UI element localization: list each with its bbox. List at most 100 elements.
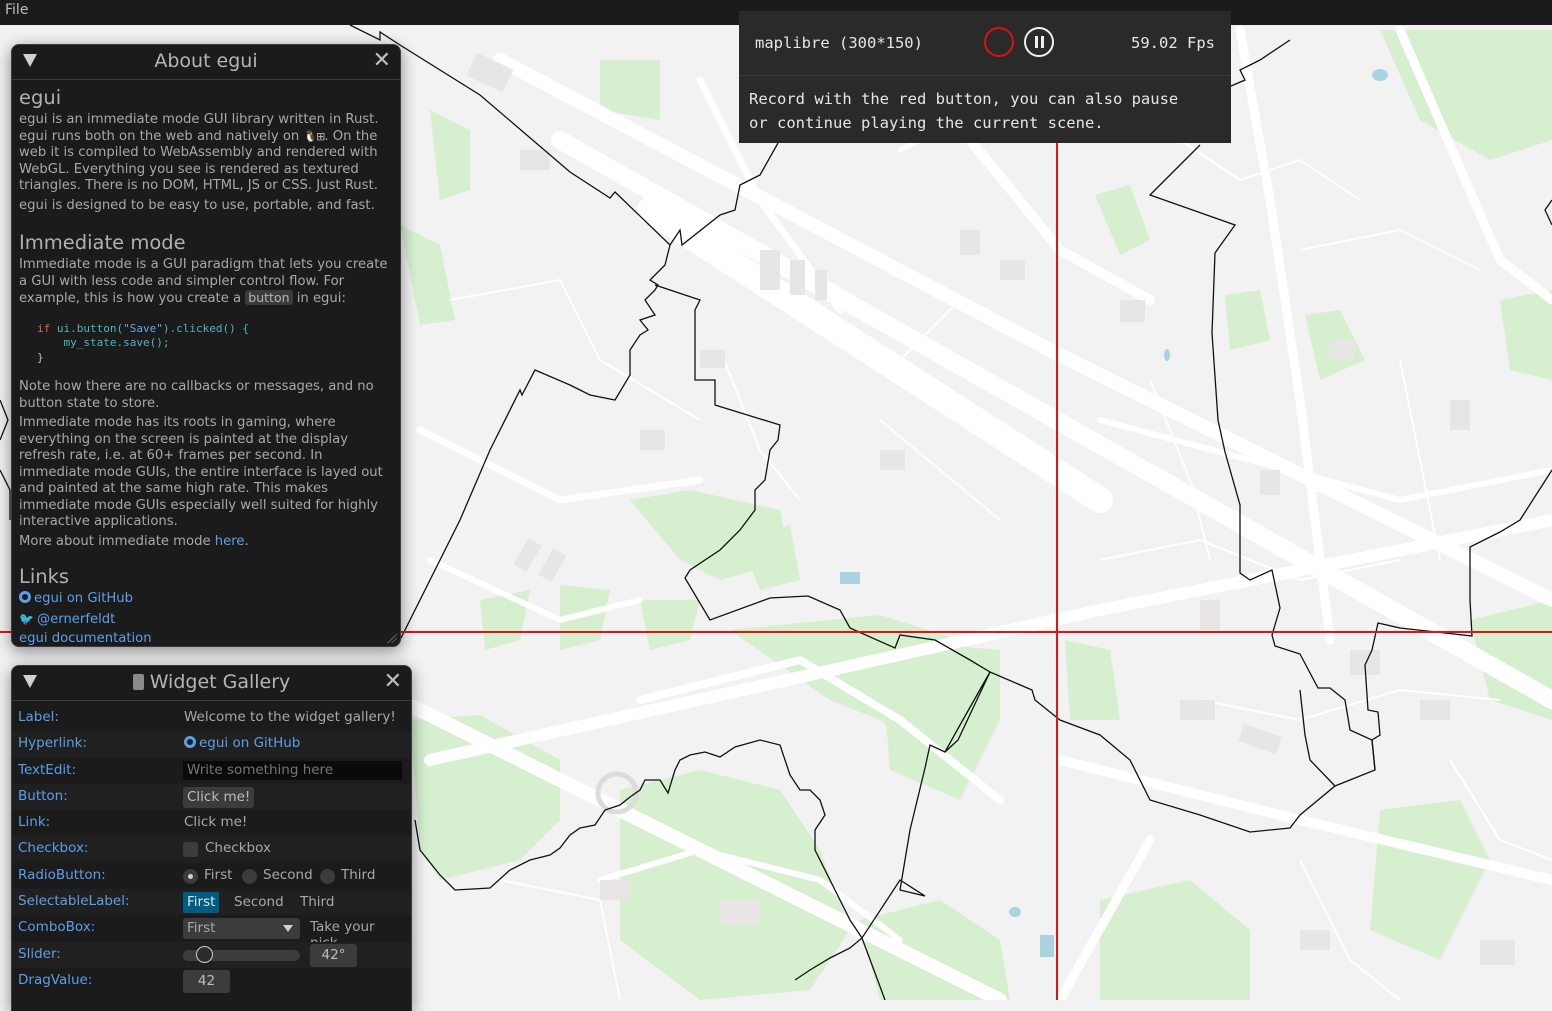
slider-track[interactable] (183, 945, 300, 963)
twitter-icon: 🐦 (19, 611, 34, 626)
row-dragvalue: DragValue: 42 (12, 968, 411, 994)
row-label: Label: Welcome to the widget gallery! (12, 705, 411, 731)
radio-second-label[interactable]: Second (263, 867, 313, 883)
paragraph-design: egui is designed to be easy to use, port… (19, 197, 375, 213)
more-about-text: More about immediate mode (19, 533, 215, 549)
row-radio: RadioButton: First Second Third (12, 863, 411, 889)
about-content: egui egui is an immediate mode GUI libra… (12, 80, 400, 646)
radio-third[interactable] (320, 868, 335, 884)
selectable-second[interactable]: Second (230, 892, 288, 913)
paragraph-intro: egui is an immediate mode GUI library wr… (19, 112, 393, 195)
window-title: About egui (154, 50, 258, 72)
github-link[interactable]: egui on GitHub (19, 591, 393, 608)
about-egui-window[interactable]: About egui ✕ egui egui is an immediate m… (11, 44, 401, 647)
checkbox[interactable] (183, 842, 198, 858)
menu-file[interactable]: File (5, 2, 28, 18)
row-checkbox: Checkbox: Checkbox (12, 836, 411, 863)
paragraph-more-about: More about immediate mode here. (19, 534, 393, 551)
dropdown-arrow-icon (283, 925, 293, 933)
row-name: Label: (18, 709, 59, 725)
close-icon[interactable]: ✕ (373, 49, 391, 73)
code-call: ui.button( (50, 321, 124, 335)
radio-first[interactable] (183, 868, 198, 884)
row-name: Slider: (18, 945, 61, 962)
more-about-suffix: . (244, 533, 249, 549)
click-me-link[interactable]: Click me! (184, 814, 247, 830)
row-name: ComboBox: (18, 919, 96, 936)
row-name: TextEdit: (18, 761, 76, 778)
row-name: Link: (18, 814, 51, 831)
click-me-button[interactable]: Click me! (183, 786, 255, 808)
code-string: "Save" (123, 321, 163, 335)
row-combobox: ComboBox: First Take your pick (12, 915, 411, 951)
pause-button[interactable] (1024, 27, 1054, 57)
heading-immediate-mode: Immediate mode (19, 231, 186, 254)
radio-first-label[interactable]: First (204, 867, 232, 883)
slider-value[interactable]: 42° (310, 943, 357, 967)
code-keyword: if (37, 321, 51, 335)
heading-egui: egui (19, 86, 62, 109)
window-title-bar[interactable]: About egui ✕ (12, 45, 400, 80)
checkbox-label[interactable]: Checkbox (205, 840, 271, 856)
code-call-rest: ).clicked() { (162, 321, 249, 335)
row-name: Button: (18, 787, 68, 804)
immediate-intro-suffix: in egui: (296, 291, 346, 306)
selectable-third[interactable]: Third (296, 892, 338, 913)
row-selectable: SelectableLabel: First Second Third (12, 889, 411, 916)
row-slider: Slider: 42° (12, 941, 411, 968)
row-name: RadioButton: (18, 866, 106, 883)
code-line-3: } (37, 350, 44, 364)
code-line-2: my_state.save(); (37, 336, 170, 349)
heading-links: Links (19, 565, 70, 588)
inline-code-button: button (245, 290, 293, 305)
row-link: Link: Click me! (12, 810, 411, 836)
docs-link[interactable]: egui documentation (19, 631, 393, 646)
row-textedit: TextEdit: (12, 758, 411, 784)
row-name: Hyperlink: (18, 735, 87, 752)
gallery-grid: Label: Welcome to the widget gallery! Hy… (12, 701, 411, 994)
cabinet-icon (132, 674, 144, 690)
map-size-label: maplibre (300*150) (755, 34, 923, 52)
code-example: if ui.button("Save").clicked() { my_stat… (37, 322, 393, 366)
radio-third-label[interactable]: Third (341, 867, 375, 883)
platform-icons: 🐧⊞ (303, 129, 325, 146)
twitter-link[interactable]: 🐦 @ernerfeldt (19, 611, 393, 629)
slider-handle[interactable] (195, 945, 213, 963)
row-name: SelectableLabel: (18, 893, 130, 910)
window-title-bar[interactable]: Widget Gallery ✕ (12, 666, 411, 701)
window-title-text: Widget Gallery (149, 671, 291, 693)
combobox[interactable]: First (183, 918, 300, 940)
close-icon[interactable]: ✕ (384, 670, 402, 694)
fps-counter: 59.02 Fps (1131, 34, 1215, 52)
row-button: Button: Click me! (12, 783, 411, 811)
crosshair-vertical (1056, 143, 1058, 1000)
resize-grip[interactable] (387, 633, 397, 643)
textedit-input[interactable] (183, 760, 402, 780)
record-button[interactable] (984, 27, 1014, 57)
combobox-value: First (187, 920, 216, 937)
linux-icon: 🐧 (303, 129, 317, 143)
window-title: Widget Gallery (12, 671, 411, 693)
github-icon (19, 591, 31, 603)
row-name: DragValue: (18, 971, 93, 988)
hyperlink-widget[interactable]: egui on GitHub (184, 735, 300, 751)
label-widget: Welcome to the widget gallery! (184, 709, 396, 725)
links-list: egui on GitHub 🐦 @ernerfeldt egui documen… (19, 591, 393, 646)
drag-value[interactable]: 42 (183, 969, 230, 993)
radio-second[interactable] (242, 868, 257, 884)
maplibre-overlay: maplibre (300*150) 59.02 Fps Record with… (739, 11, 1231, 143)
selectable-first[interactable]: First (183, 892, 220, 914)
hyperlink-text[interactable]: egui on GitHub (199, 735, 300, 751)
docs-link-text[interactable]: egui documentation (19, 631, 152, 646)
paragraph-immediate-intro: Immediate mode is a GUI paradigm that le… (19, 257, 393, 308)
maplibre-header: maplibre (300*150) 59.02 Fps (739, 11, 1231, 76)
row-hyperlink: Hyperlink: egui on GitHub (12, 731, 411, 758)
row-name: Checkbox: (18, 840, 89, 857)
github-link-text[interactable]: egui on GitHub (34, 591, 133, 606)
here-link[interactable]: here (215, 534, 245, 549)
record-help-text: Record with the red button, you can also… (749, 90, 1179, 132)
github-icon (184, 736, 196, 749)
twitter-link-text[interactable]: @ernerfeldt (37, 612, 115, 627)
paragraph-gaming-roots: Immediate mode has its roots in gaming, … (19, 415, 383, 529)
widget-gallery-window[interactable]: Widget Gallery ✕ Label: Welcome to the w… (11, 665, 412, 1011)
